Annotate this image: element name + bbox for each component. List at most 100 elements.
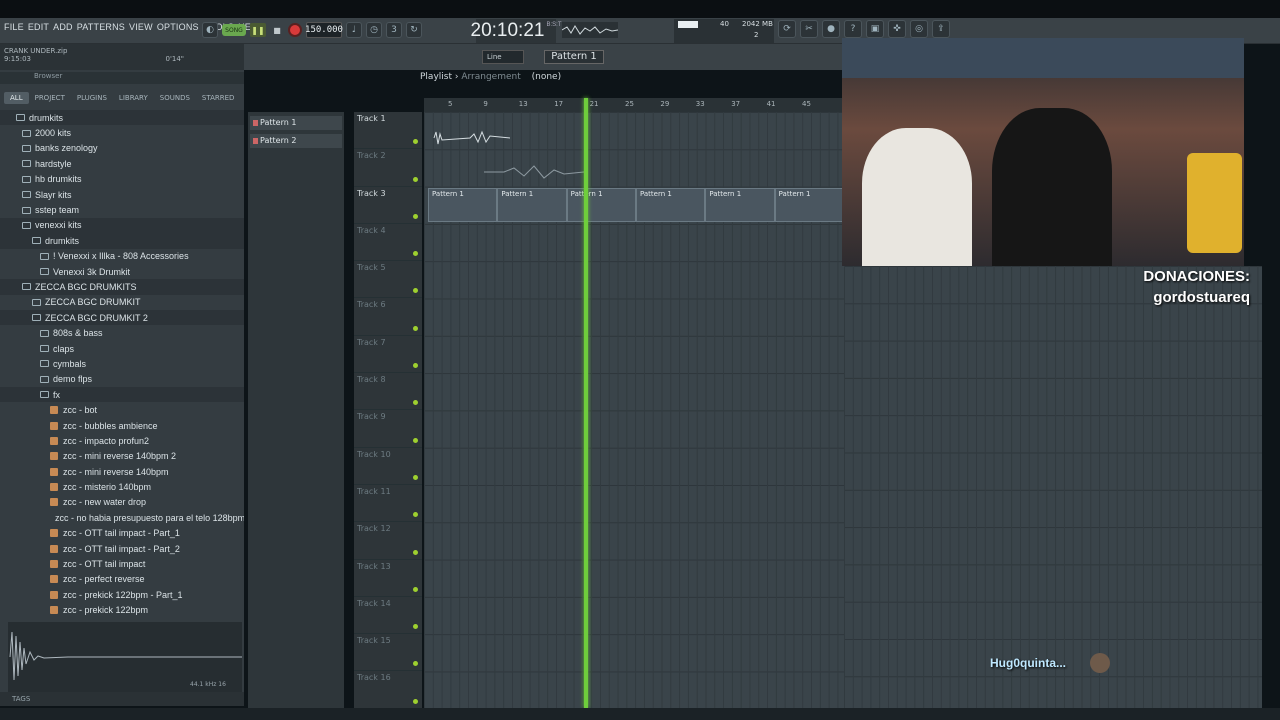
browser-folder[interactable]: 2000 kits xyxy=(0,125,244,140)
track-header[interactable]: Track 13 xyxy=(354,560,422,597)
upload-icon[interactable]: ⇪ xyxy=(932,20,950,38)
loop-record-icon[interactable]: ↻ xyxy=(406,22,422,38)
browser-file[interactable]: zcc - bubbles ambience xyxy=(0,418,244,433)
browser-tab-sounds[interactable]: SOUNDS xyxy=(154,92,196,104)
track-header[interactable]: Track 14 xyxy=(354,597,422,635)
track-mute-led[interactable] xyxy=(413,213,418,219)
microphone-icon[interactable]: ● xyxy=(822,20,840,38)
browser-tab-starred[interactable]: STARRED xyxy=(196,92,241,104)
browser-folder[interactable]: ! Venexxi x Illka - 808 Accessories xyxy=(0,249,244,264)
browser-folder[interactable]: banks zenology xyxy=(0,141,244,156)
track-mute-led[interactable] xyxy=(413,288,418,294)
browser-folder[interactable]: ZECCA BGC DRUMKIT 2 xyxy=(0,310,244,326)
metronome-icon[interactable]: ♩ xyxy=(346,22,362,38)
snap-selector[interactable]: Line xyxy=(482,50,524,64)
pattern-clip[interactable]: Pattern 1 xyxy=(705,188,775,222)
pattern-clip[interactable]: Pattern 1 xyxy=(566,188,636,222)
track-mute-led[interactable] xyxy=(413,549,418,555)
browser-folder[interactable]: hb drumkits xyxy=(0,172,244,187)
track-mute-led[interactable] xyxy=(413,176,418,182)
playhead[interactable] xyxy=(584,98,588,708)
pattern-item[interactable]: Pattern 1 xyxy=(250,116,342,130)
stop-button[interactable]: ■ xyxy=(270,23,284,37)
track-header[interactable]: Track 1 xyxy=(354,112,422,150)
plugin-icon[interactable]: ✜ xyxy=(888,20,906,38)
chat-icon[interactable]: ◎ xyxy=(910,20,928,38)
track-mute-led[interactable] xyxy=(413,251,418,257)
track-header[interactable]: Track 16 xyxy=(354,671,422,709)
browser-file[interactable]: zcc - OTT tail impact xyxy=(0,556,244,571)
browser-file[interactable]: zcc - perfect reverse xyxy=(0,572,244,587)
browser-folder[interactable]: Venexxi 3k Drumkit xyxy=(0,264,244,279)
track-mute-led[interactable] xyxy=(413,661,418,667)
track-header[interactable]: Track 11 xyxy=(354,485,422,523)
track-mute-led[interactable] xyxy=(413,325,418,331)
browser-folder[interactable]: sstep team xyxy=(0,202,244,217)
browser-folder[interactable]: fx xyxy=(0,387,244,403)
track-mute-led[interactable] xyxy=(413,512,418,518)
browser-folder[interactable]: demo flps xyxy=(0,372,244,387)
track-mute-led[interactable] xyxy=(413,400,418,406)
browser-file[interactable]: zcc - misterio 140bpm xyxy=(0,479,244,494)
track-header[interactable]: Track 7 xyxy=(354,336,422,374)
save-icon[interactable]: ▣ xyxy=(866,20,884,38)
menu-file[interactable]: FILE xyxy=(4,22,24,32)
browser-file[interactable]: zcc - OTT tail impact - Part_2 xyxy=(0,541,244,556)
pattern-clip[interactable]: Pattern 1 xyxy=(774,188,844,222)
audio-clip-track-2[interactable] xyxy=(484,154,585,184)
help-icon[interactable]: ? xyxy=(844,20,862,38)
browser-file[interactable]: zcc - impacto profun2 xyxy=(0,433,244,448)
browser-folder[interactable]: drumkits xyxy=(0,110,244,126)
browser-folder[interactable]: hardstyle xyxy=(0,156,244,171)
refresh-icon[interactable]: ⟳ xyxy=(778,20,796,38)
browser-tab-plugins[interactable]: PLUGINS xyxy=(71,92,113,104)
track-header[interactable]: Track 12 xyxy=(354,522,422,560)
pattern-song-toggle-icon[interactable]: ◐ xyxy=(202,22,218,38)
timeline-ruler[interactable]: 5 9 13 17 21 25 29 33 37 41 45 xyxy=(424,98,844,112)
track-header[interactable]: Track 10 xyxy=(354,448,422,485)
track-mute-led[interactable] xyxy=(413,139,418,145)
tags-bar[interactable]: TAGS xyxy=(0,692,244,706)
wait-input-icon[interactable]: ◷ xyxy=(366,22,382,38)
tempo-display[interactable]: 150.000 xyxy=(305,22,343,38)
song-mode-button[interactable]: SONG xyxy=(222,24,246,36)
browser-folder[interactable]: claps xyxy=(0,341,244,356)
browser-file[interactable]: zcc - prekick 140bpm xyxy=(0,618,244,620)
track-header[interactable]: Track 6 xyxy=(354,298,422,336)
menu-view[interactable]: VIEW xyxy=(129,22,153,32)
browser-tab-library[interactable]: LIBRARY xyxy=(113,92,154,104)
playlist-grid-right[interactable] xyxy=(844,266,1262,708)
play-button[interactable]: ❚❚ xyxy=(250,23,266,37)
browser-folder[interactable]: Slayr kits xyxy=(0,187,244,202)
pattern-item[interactable]: Pattern 2 xyxy=(250,134,342,148)
pattern-clip[interactable]: Pattern 1 xyxy=(635,188,706,222)
browser-folder[interactable]: venexxi kits xyxy=(0,217,244,234)
browser-file[interactable]: zcc - mini reverse 140bpm 2 xyxy=(0,449,244,464)
menu-edit[interactable]: EDIT xyxy=(28,22,49,32)
countdown-icon[interactable]: 3 xyxy=(386,22,402,38)
track-header[interactable]: Track 4 xyxy=(354,224,422,262)
browser-file[interactable]: zcc - OTT tail impact - Part_1 xyxy=(0,526,244,541)
browser-folder[interactable]: ZECCA BGC DRUMKIT xyxy=(0,295,244,310)
track-mute-led[interactable] xyxy=(413,437,418,443)
track-header[interactable]: Track 2 xyxy=(354,149,422,187)
pattern-selector[interactable]: Pattern 1 xyxy=(544,50,604,64)
browser-file[interactable]: zcc - bot xyxy=(0,402,244,417)
browser-folder[interactable]: drumkits xyxy=(0,233,244,249)
browser-folder[interactable]: cymbals xyxy=(0,356,244,371)
browser-file[interactable]: zcc - mini reverse 140bpm xyxy=(0,464,244,479)
pattern-clip[interactable]: Pattern 1 xyxy=(497,188,567,222)
track-mute-led[interactable] xyxy=(413,474,418,480)
record-button[interactable] xyxy=(288,23,302,37)
menu-add[interactable]: ADD xyxy=(53,22,73,32)
track-header[interactable]: Track 5 xyxy=(354,261,422,299)
arrangement-none[interactable]: (none) xyxy=(532,72,561,82)
time-display[interactable]: 20:10:21 B:S:T xyxy=(471,19,562,43)
cut-icon[interactable]: ✂ xyxy=(800,20,818,38)
track-mute-led[interactable] xyxy=(413,363,418,369)
track-mute-led[interactable] xyxy=(413,624,418,630)
menu-patterns[interactable]: PATTERNS xyxy=(77,22,125,32)
browser-folder[interactable]: ZECCA BGC DRUMKITS xyxy=(0,279,244,295)
browser-file[interactable]: zcc - prekick 122bpm - Part_1 xyxy=(0,587,244,602)
browser-tab-project[interactable]: PROJECT xyxy=(29,92,71,104)
